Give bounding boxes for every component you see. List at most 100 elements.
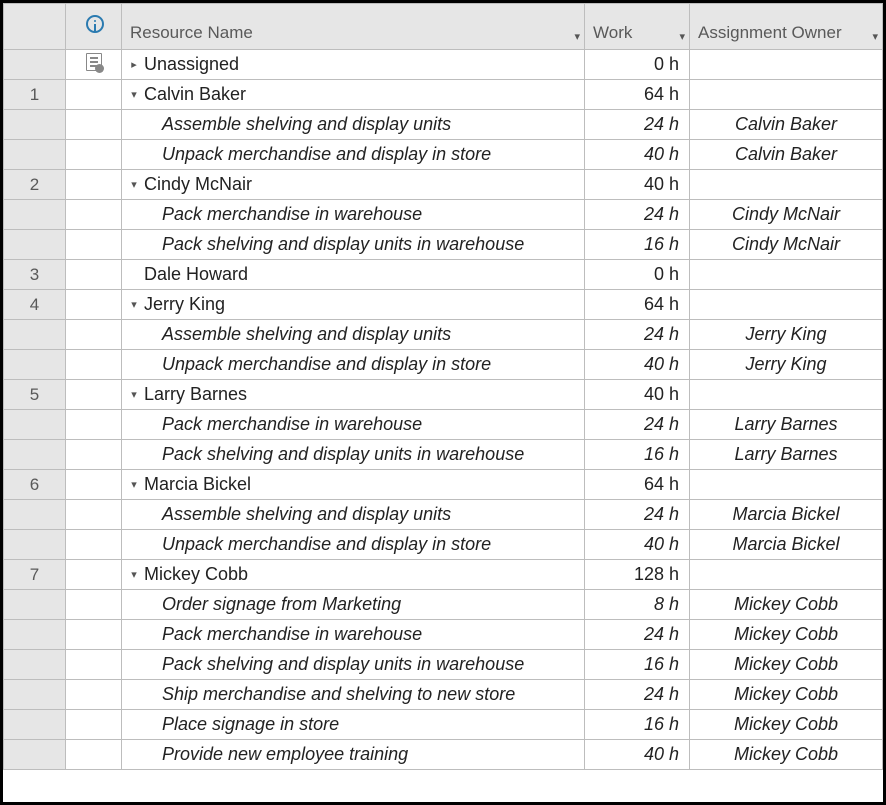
owner-cell[interactable]: Larry Barnes <box>690 440 883 470</box>
work-cell[interactable]: 64 h <box>585 470 690 500</box>
work-cell[interactable]: 16 h <box>585 230 690 260</box>
owner-cell[interactable]: Calvin Baker <box>690 140 883 170</box>
dropdown-icon[interactable] <box>574 30 580 43</box>
work-cell[interactable]: 24 h <box>585 680 690 710</box>
work-cell[interactable]: 24 h <box>585 320 690 350</box>
owner-cell[interactable] <box>690 290 883 320</box>
row-number[interactable] <box>4 110 66 140</box>
table-row[interactable]: 2Cindy McNair40 h <box>4 170 883 200</box>
work-cell[interactable]: 64 h <box>585 290 690 320</box>
row-number[interactable] <box>4 350 66 380</box>
owner-cell[interactable]: Mickey Cobb <box>690 620 883 650</box>
owner-cell[interactable] <box>690 50 883 80</box>
work-cell[interactable]: 40 h <box>585 740 690 770</box>
row-number[interactable] <box>4 590 66 620</box>
work-cell[interactable]: 8 h <box>585 590 690 620</box>
table-row[interactable]: Assemble shelving and display units24 hJ… <box>4 320 883 350</box>
row-number[interactable] <box>4 140 66 170</box>
resource-name-cell[interactable]: Pack shelving and display units in wareh… <box>122 440 585 470</box>
table-row[interactable]: Unassigned0 h <box>4 50 883 80</box>
row-number[interactable] <box>4 680 66 710</box>
resource-name-cell[interactable]: Pack merchandise in warehouse <box>122 620 585 650</box>
expand-icon[interactable] <box>129 58 139 71</box>
table-row[interactable]: 7Mickey Cobb128 h <box>4 560 883 590</box>
header-work[interactable]: Work <box>585 4 690 50</box>
resource-name-cell[interactable]: Unassigned <box>122 50 585 80</box>
owner-cell[interactable] <box>690 380 883 410</box>
resource-name-cell[interactable]: Assemble shelving and display units <box>122 500 585 530</box>
work-cell[interactable]: 40 h <box>585 170 690 200</box>
row-number[interactable] <box>4 230 66 260</box>
work-cell[interactable]: 40 h <box>585 350 690 380</box>
owner-cell[interactable] <box>690 80 883 110</box>
collapse-icon[interactable] <box>129 178 139 191</box>
table-row[interactable]: 1 Calvin Baker64 h <box>4 80 883 110</box>
row-number[interactable] <box>4 50 66 80</box>
work-cell[interactable]: 0 h <box>585 260 690 290</box>
table-row[interactable]: Unpack merchandise and display in store4… <box>4 350 883 380</box>
row-number[interactable]: 2 <box>4 170 66 200</box>
work-cell[interactable]: 128 h <box>585 560 690 590</box>
owner-cell[interactable]: Cindy McNair <box>690 230 883 260</box>
owner-cell[interactable]: Mickey Cobb <box>690 740 883 770</box>
owner-cell[interactable]: Mickey Cobb <box>690 680 883 710</box>
row-number[interactable]: 6 <box>4 470 66 500</box>
owner-cell[interactable]: Jerry King <box>690 350 883 380</box>
table-row[interactable]: Unpack merchandise and display in store4… <box>4 140 883 170</box>
dropdown-icon[interactable] <box>872 30 878 43</box>
resource-name-cell[interactable]: Calvin Baker <box>122 80 585 110</box>
owner-cell[interactable]: Larry Barnes <box>690 410 883 440</box>
table-row[interactable]: Order signage from Marketing8 hMickey Co… <box>4 590 883 620</box>
header-info[interactable] <box>66 4 122 50</box>
table-row[interactable]: Place signage in store16 hMickey Cobb <box>4 710 883 740</box>
table-row[interactable]: 6Marcia Bickel64 h <box>4 470 883 500</box>
table-row[interactable]: Pack merchandise in warehouse24 hMickey … <box>4 620 883 650</box>
work-cell[interactable]: 0 h <box>585 50 690 80</box>
row-number[interactable] <box>4 500 66 530</box>
header-rownum[interactable] <box>4 4 66 50</box>
table-row[interactable]: Pack shelving and display units in wareh… <box>4 440 883 470</box>
owner-cell[interactable] <box>690 260 883 290</box>
resource-name-cell[interactable]: Mickey Cobb <box>122 560 585 590</box>
work-cell[interactable]: 16 h <box>585 650 690 680</box>
table-row[interactable]: Pack shelving and display units in wareh… <box>4 650 883 680</box>
table-row[interactable]: 4 Jerry King64 h <box>4 290 883 320</box>
resource-name-cell[interactable]: Larry Barnes <box>122 380 585 410</box>
resource-name-cell[interactable]: Provide new employee training <box>122 740 585 770</box>
header-resource-name[interactable]: Resource Name <box>122 4 585 50</box>
owner-cell[interactable]: Mickey Cobb <box>690 590 883 620</box>
row-number[interactable]: 5 <box>4 380 66 410</box>
row-number[interactable] <box>4 200 66 230</box>
resource-name-cell[interactable]: Order signage from Marketing <box>122 590 585 620</box>
work-cell[interactable]: 40 h <box>585 530 690 560</box>
resource-name-cell[interactable]: Jerry King <box>122 290 585 320</box>
owner-cell[interactable] <box>690 170 883 200</box>
work-cell[interactable]: 24 h <box>585 620 690 650</box>
collapse-icon[interactable] <box>129 388 139 401</box>
row-number[interactable] <box>4 740 66 770</box>
resource-name-cell[interactable]: Place signage in store <box>122 710 585 740</box>
resource-name-cell[interactable]: Pack shelving and display units in wareh… <box>122 230 585 260</box>
header-assignment-owner[interactable]: Assignment Owner <box>690 4 883 50</box>
row-number[interactable] <box>4 650 66 680</box>
work-cell[interactable]: 24 h <box>585 500 690 530</box>
owner-cell[interactable] <box>690 560 883 590</box>
table-row[interactable]: Pack shelving and display units in wareh… <box>4 230 883 260</box>
work-cell[interactable]: 24 h <box>585 410 690 440</box>
resource-name-cell[interactable]: Pack merchandise in warehouse <box>122 410 585 440</box>
row-number[interactable]: 3 <box>4 260 66 290</box>
work-cell[interactable]: 40 h <box>585 380 690 410</box>
owner-cell[interactable]: Mickey Cobb <box>690 650 883 680</box>
table-row[interactable]: Ship merchandise and shelving to new sto… <box>4 680 883 710</box>
table-row[interactable]: 3 Dale Howard0 h <box>4 260 883 290</box>
work-cell[interactable]: 16 h <box>585 710 690 740</box>
owner-cell[interactable]: Cindy McNair <box>690 200 883 230</box>
resource-name-cell[interactable]: Dale Howard <box>122 260 585 290</box>
row-number[interactable]: 1 <box>4 80 66 110</box>
table-row[interactable]: Pack merchandise in warehouse24 hLarry B… <box>4 410 883 440</box>
work-cell[interactable]: 64 h <box>585 80 690 110</box>
table-row[interactable]: Pack merchandise in warehouse24 hCindy M… <box>4 200 883 230</box>
owner-cell[interactable]: Calvin Baker <box>690 110 883 140</box>
resource-name-cell[interactable]: Assemble shelving and display units <box>122 320 585 350</box>
row-number[interactable]: 4 <box>4 290 66 320</box>
